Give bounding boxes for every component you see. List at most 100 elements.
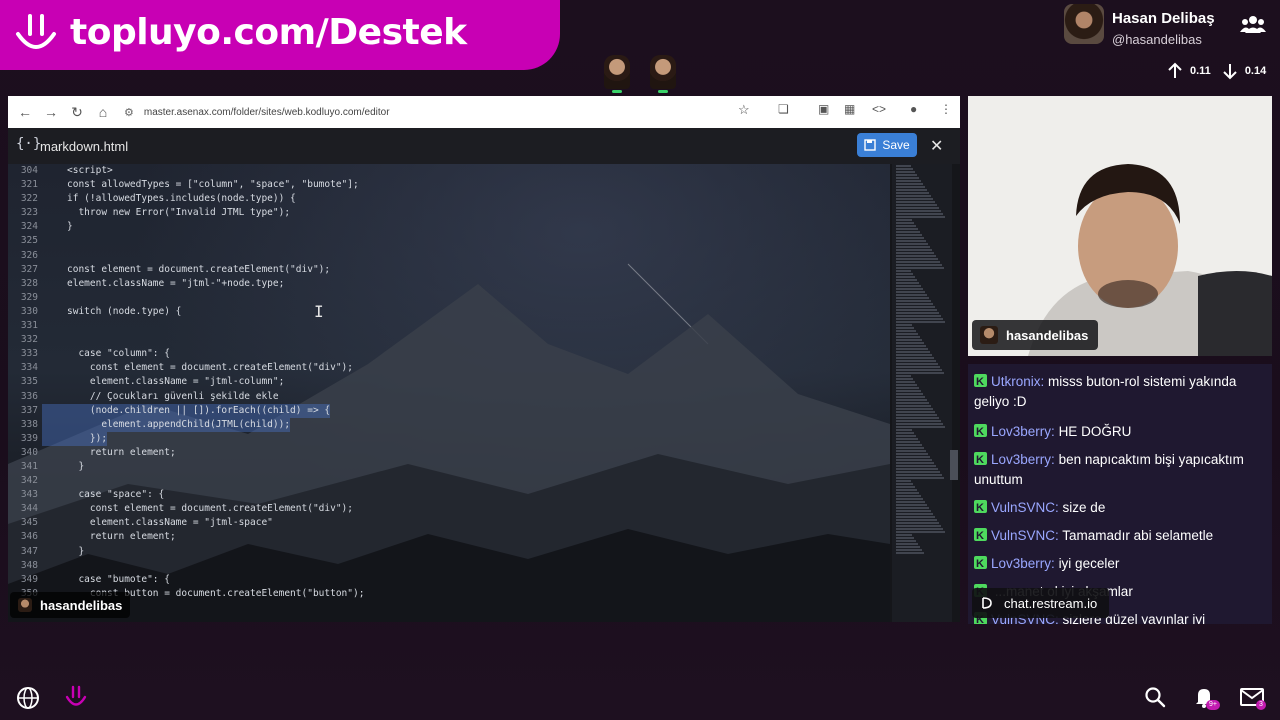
minimap-line xyxy=(896,480,911,482)
minimap-line xyxy=(896,192,929,194)
minimap-line xyxy=(896,300,931,302)
scrollbar[interactable] xyxy=(950,450,958,480)
avatar[interactable] xyxy=(1064,4,1104,44)
code-line: 350 const button = document.createElemen… xyxy=(8,587,890,601)
minimap-line xyxy=(896,474,942,476)
home-icon[interactable]: ⌂ xyxy=(90,99,116,125)
chat-username[interactable]: VulnSVNC: xyxy=(991,500,1059,515)
code-line: 341 } xyxy=(8,460,890,474)
chat-username[interactable]: VulnSVNC: xyxy=(991,528,1059,543)
minimap-line xyxy=(896,384,917,386)
line-number: 336 xyxy=(20,390,38,402)
code-line: 346 return element; xyxy=(8,530,890,544)
line-code: throw new Error("Invalid JTML type"); xyxy=(67,207,291,219)
line-number: 332 xyxy=(20,334,38,346)
minimap-line xyxy=(896,540,916,542)
line-code: case "column": { xyxy=(67,348,170,360)
top-banner: topluyo.com/Destek xyxy=(0,0,560,70)
minimap-line xyxy=(896,504,927,506)
devtools-icon[interactable]: <> xyxy=(872,102,886,116)
line-code: }); xyxy=(42,431,108,446)
users-icon[interactable] xyxy=(1240,14,1266,34)
minimap-line xyxy=(896,471,940,473)
minimap-line xyxy=(896,441,920,443)
minimap-line xyxy=(896,465,936,467)
chat-username[interactable]: Lov3berry: xyxy=(991,556,1055,571)
minimap-line xyxy=(896,303,933,305)
code-line: 304 <script> xyxy=(8,164,890,178)
cast-icon[interactable]: ▣ xyxy=(818,102,829,116)
minimap-line xyxy=(896,282,919,284)
line-number: 304 xyxy=(20,165,38,176)
code-file-icon: {·} xyxy=(16,136,42,152)
minimap-line xyxy=(896,210,941,212)
minimap-line xyxy=(896,336,920,338)
minimap-line xyxy=(896,348,928,350)
chat-username[interactable]: Utkronix: xyxy=(991,374,1044,389)
upload-value: 0.11 xyxy=(1190,65,1211,77)
minimap-line xyxy=(896,312,939,314)
minimap-line xyxy=(896,339,922,341)
topluyo-logo-icon[interactable] xyxy=(64,684,88,712)
screen-share-label: hasandelibas xyxy=(10,592,131,618)
minimap-line xyxy=(896,426,945,428)
chat-text: iyi geceler xyxy=(1058,556,1120,571)
minimap-line xyxy=(896,420,941,422)
line-number: 330 xyxy=(20,305,38,317)
minimap-line xyxy=(896,453,928,455)
avatar xyxy=(18,598,32,612)
url-text: master.asenax.com/folder/sites/web.kodlu… xyxy=(143,106,390,118)
minimap-line xyxy=(896,243,928,245)
code-minimap[interactable] xyxy=(892,164,952,622)
line-number: 349 xyxy=(20,573,38,585)
minimap-line xyxy=(896,429,912,431)
site-info-icon[interactable]: ⚙ xyxy=(124,106,134,119)
chat-username[interactable]: Lov3berry: xyxy=(991,452,1055,467)
minimap-line xyxy=(896,378,913,380)
minimap-line xyxy=(896,510,931,512)
minimap-line xyxy=(896,414,937,416)
bookmark-star-icon[interactable]: ☆ xyxy=(738,102,750,118)
line-code: const allowedTypes = ["column", "space",… xyxy=(67,179,359,191)
code-editor[interactable]: 304 <script> 321 const allowedTypes = ["col… xyxy=(8,164,890,622)
line-code: } xyxy=(67,545,85,557)
minimap-line xyxy=(896,177,919,179)
minimap-line xyxy=(896,264,942,266)
minimap-line xyxy=(896,393,923,395)
back-icon[interactable]: ← xyxy=(12,99,38,125)
line-code: case "space": { xyxy=(67,489,165,501)
apps-icon[interactable]: ▦ xyxy=(844,102,855,116)
minimap-line xyxy=(896,381,915,383)
line-number: 340 xyxy=(20,446,38,458)
save-button[interactable]: Save xyxy=(857,133,917,157)
minimap-line xyxy=(896,198,933,200)
chat-username[interactable]: Lov3berry: xyxy=(991,424,1055,439)
line-number: 323 xyxy=(20,207,38,219)
forward-icon[interactable]: → xyxy=(38,99,64,125)
browser-toolbar: ← → ↻ ⌂ ⚙ master.asenax.com/folder/sites… xyxy=(8,96,960,128)
globe-icon[interactable] xyxy=(16,686,40,710)
line-number: 324 xyxy=(20,221,38,233)
arrow-down-icon xyxy=(1223,64,1237,80)
profile-icon[interactable]: ● xyxy=(910,102,917,116)
minimap-line xyxy=(896,549,922,551)
minimap-line xyxy=(896,423,943,425)
address-bar[interactable]: ⚙ master.asenax.com/folder/sites/web.kod… xyxy=(124,100,760,124)
guest-avatars xyxy=(604,55,676,93)
line-number: 335 xyxy=(20,376,38,388)
menu-icon[interactable]: ⋮ xyxy=(940,102,952,116)
minimap-line xyxy=(896,318,943,320)
line-code: if (!allowedTypes.includes(node.type)) { xyxy=(67,193,296,205)
notification-badge: 9+ xyxy=(1206,700,1220,710)
extensions-icon[interactable]: ❏ xyxy=(778,102,789,116)
line-number: 329 xyxy=(20,291,38,303)
search-icon[interactable] xyxy=(1144,686,1166,708)
line-code: case "bumote": { xyxy=(67,573,170,585)
reload-icon[interactable]: ↻ xyxy=(64,99,90,125)
minimap-line xyxy=(896,363,938,365)
network-stats: 0.11 0.14 xyxy=(1166,62,1270,80)
close-icon[interactable]: ✕ xyxy=(930,136,943,156)
chat-text: size de xyxy=(1062,500,1106,515)
